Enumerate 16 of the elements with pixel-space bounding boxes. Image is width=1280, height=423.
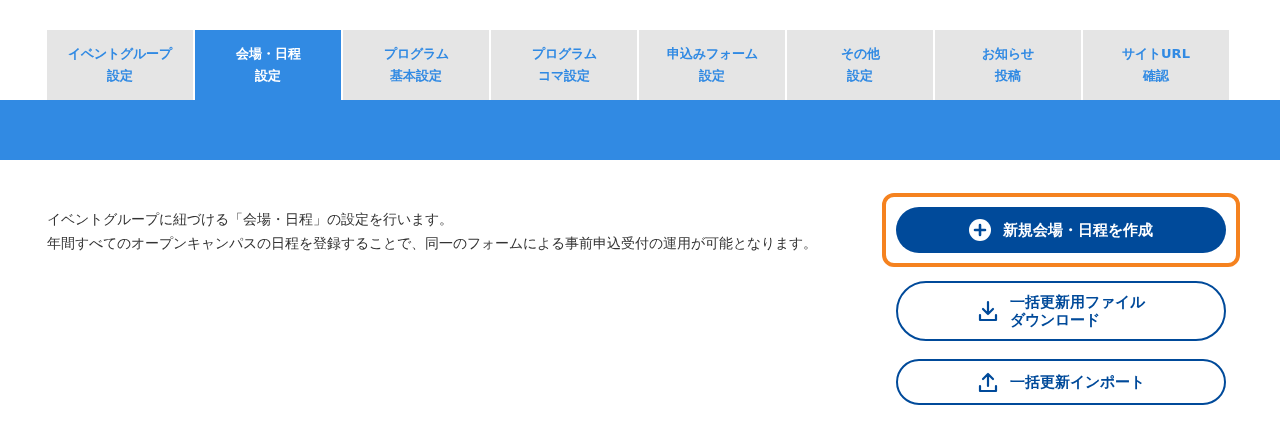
- plus-icon: [969, 219, 991, 241]
- tab[interactable]: その他 設定: [787, 30, 933, 100]
- description-text: 年間すべてのオープンキャンパスの日程を登録することで、同一のフォームによる事前申込受付の運用が可能となります。: [47, 234, 818, 253]
- download-icon: [977, 300, 998, 322]
- tab[interactable]: サイトURL 確認: [1083, 30, 1229, 100]
- download-button[interactable]: 一括更新用ファイル ダウンロード: [896, 281, 1226, 341]
- create-button[interactable]: 新規会場・日程を作成: [896, 207, 1226, 253]
- upload-icon: [977, 371, 998, 393]
- tab[interactable]: プログラム 基本設定: [343, 30, 489, 100]
- tab[interactable]: プログラム コマ設定: [491, 30, 637, 100]
- tab[interactable]: 会場・日程 設定: [195, 30, 341, 100]
- description-text: イベントグループに紐づける「会場・日程」の設定を行います。: [47, 210, 454, 229]
- tab[interactable]: 申込みフォーム 設定: [639, 30, 785, 100]
- tab[interactable]: イベントグループ 設定: [47, 30, 193, 100]
- import-button[interactable]: 一括更新インポート: [896, 359, 1226, 405]
- tab[interactable]: お知らせ 投稿: [935, 30, 1081, 100]
